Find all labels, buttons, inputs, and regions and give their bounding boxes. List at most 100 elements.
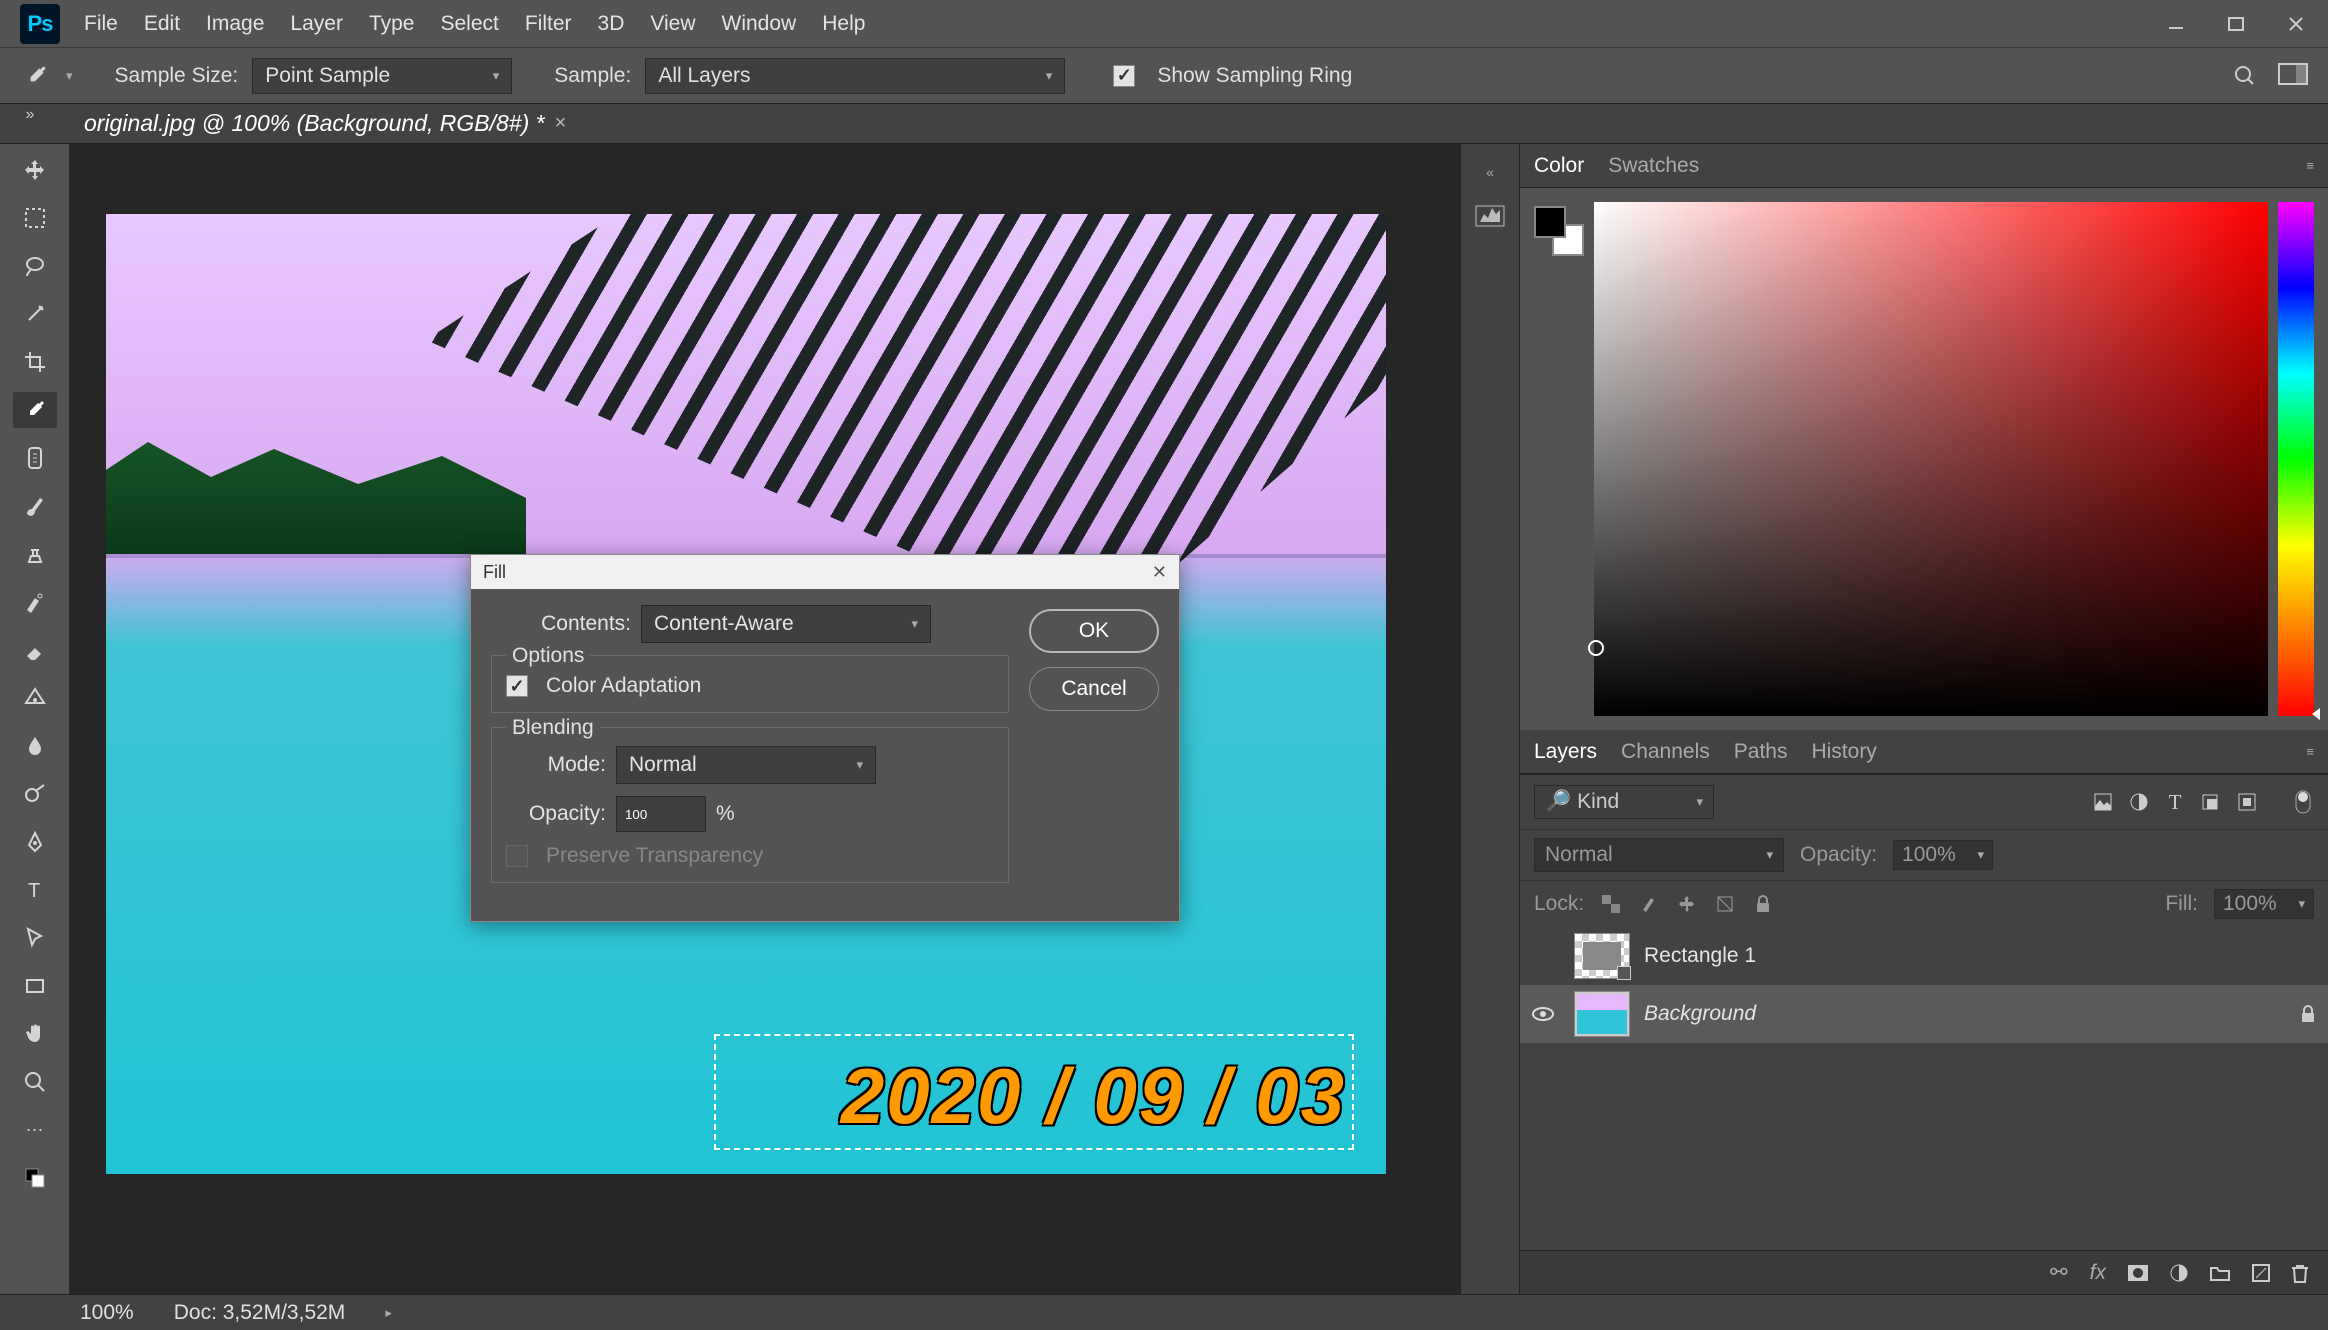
menu-type[interactable]: Type xyxy=(369,12,415,36)
document-tab[interactable]: original.jpg @ 100% (Background, RGB/8#)… xyxy=(70,104,580,143)
tab-paths[interactable]: Paths xyxy=(1734,740,1788,764)
adjustment-layer-icon[interactable] xyxy=(2170,1264,2188,1282)
lock-transparency-icon[interactable] xyxy=(1600,893,1622,915)
dialog-opacity-input[interactable] xyxy=(616,796,706,832)
sample-select[interactable]: All Layers ▾ xyxy=(645,58,1065,94)
show-sampling-ring-checkbox[interactable] xyxy=(1113,65,1135,87)
blur-tool[interactable] xyxy=(13,728,57,764)
panel-expand-icon[interactable]: « xyxy=(1486,164,1494,180)
hand-tool[interactable] xyxy=(13,1016,57,1052)
filter-smartobject-icon[interactable] xyxy=(2236,791,2258,813)
close-button[interactable] xyxy=(2276,9,2316,39)
color-field[interactable] xyxy=(1594,202,2268,716)
tab-history[interactable]: History xyxy=(1811,740,1876,764)
type-tool[interactable]: T xyxy=(13,872,57,908)
lock-artboard-icon[interactable] xyxy=(1714,893,1736,915)
tab-layers[interactable]: Layers xyxy=(1534,740,1597,764)
search-icon[interactable] xyxy=(2232,63,2258,89)
gradient-tool[interactable] xyxy=(13,680,57,716)
layer-effects-icon[interactable]: fx xyxy=(2090,1261,2106,1285)
color-adaptation-checkbox[interactable] xyxy=(506,675,528,697)
dialog-titlebar[interactable]: Fill ✕ xyxy=(471,555,1179,589)
foreground-background-swatches[interactable] xyxy=(1534,206,1584,256)
lasso-tool[interactable] xyxy=(13,248,57,284)
blend-mode-select[interactable]: Normal ▾ xyxy=(1534,838,1784,872)
layer-item-rectangle[interactable]: Rectangle 1 xyxy=(1520,927,2328,985)
layer-filter-select[interactable]: 🔎 Kind ▾ xyxy=(1534,785,1714,819)
zoom-tool[interactable] xyxy=(13,1064,57,1100)
dodge-tool[interactable] xyxy=(13,776,57,812)
lock-all-icon[interactable] xyxy=(1752,893,1774,915)
lock-pixels-icon[interactable] xyxy=(1638,893,1660,915)
menu-view[interactable]: View xyxy=(650,12,695,36)
tool-preset-dropdown[interactable]: ▾ xyxy=(66,68,73,84)
tab-swatches[interactable]: Swatches xyxy=(1608,154,1699,178)
more-tools-icon[interactable]: ⋯ xyxy=(13,1112,57,1148)
eraser-tool[interactable] xyxy=(13,632,57,668)
current-tool-eyedropper-icon[interactable] xyxy=(20,60,52,92)
pen-tool[interactable] xyxy=(13,824,57,860)
foreground-color-swatch[interactable] xyxy=(1534,206,1566,238)
filter-adjustment-icon[interactable] xyxy=(2128,791,2150,813)
sample-size-select[interactable]: Point Sample ▾ xyxy=(252,58,512,94)
menu-3d[interactable]: 3D xyxy=(598,12,625,36)
dialog-close-icon[interactable]: ✕ xyxy=(1152,562,1167,583)
rectangle-tool[interactable] xyxy=(13,968,57,1004)
minimize-button[interactable] xyxy=(2156,9,2196,39)
opacity-input[interactable]: 100% ▾ xyxy=(1893,840,1993,870)
workspace-switcher-icon[interactable] xyxy=(2278,63,2308,89)
tab-close-icon[interactable]: × xyxy=(555,112,567,135)
cancel-button[interactable]: Cancel xyxy=(1029,667,1159,711)
status-menu-icon[interactable]: ▸ xyxy=(385,1305,392,1321)
filter-toggle-switch[interactable] xyxy=(2292,791,2314,813)
fill-input[interactable]: 100% ▾ xyxy=(2214,889,2314,919)
menu-file[interactable]: File xyxy=(84,12,118,36)
delete-layer-icon[interactable] xyxy=(2292,1263,2308,1283)
tab-channels[interactable]: Channels xyxy=(1621,740,1710,764)
menu-help[interactable]: Help xyxy=(822,12,865,36)
marquee-tool[interactable] xyxy=(13,200,57,236)
layer-item-background[interactable]: Background xyxy=(1520,985,2328,1043)
path-selection-tool[interactable] xyxy=(13,920,57,956)
edit-toolbar-icon[interactable] xyxy=(13,1160,57,1196)
menu-filter[interactable]: Filter xyxy=(525,12,572,36)
eyedropper-tool[interactable] xyxy=(13,392,57,428)
panel-menu-icon[interactable]: ≡ xyxy=(2306,744,2314,759)
crop-tool[interactable] xyxy=(13,344,57,380)
layer-name[interactable]: Rectangle 1 xyxy=(1644,944,2316,968)
contents-select[interactable]: Content-Aware ▾ xyxy=(641,605,931,643)
clone-stamp-tool[interactable] xyxy=(13,536,57,572)
menu-window[interactable]: Window xyxy=(722,12,797,36)
menu-select[interactable]: Select xyxy=(440,12,498,36)
filter-pixel-icon[interactable] xyxy=(2092,791,2114,813)
menu-layer[interactable]: Layer xyxy=(290,12,343,36)
lock-position-icon[interactable] xyxy=(1676,893,1698,915)
magic-wand-tool[interactable] xyxy=(13,296,57,332)
menu-image[interactable]: Image xyxy=(206,12,264,36)
layer-name[interactable]: Background xyxy=(1644,1002,2286,1026)
tab-color[interactable]: Color xyxy=(1534,154,1584,178)
menu-edit[interactable]: Edit xyxy=(144,12,180,36)
layer-thumbnail[interactable] xyxy=(1574,991,1630,1037)
zoom-level[interactable]: 100% xyxy=(80,1301,134,1325)
layer-thumbnail[interactable] xyxy=(1574,933,1630,979)
maximize-button[interactable] xyxy=(2216,9,2256,39)
hue-cursor-icon[interactable] xyxy=(2312,708,2320,720)
hue-slider[interactable] xyxy=(2278,202,2314,716)
history-brush-tool[interactable] xyxy=(13,584,57,620)
layer-group-icon[interactable] xyxy=(2210,1265,2230,1281)
filter-type-icon[interactable]: T xyxy=(2164,791,2186,813)
doc-size[interactable]: Doc: 3,52M/3,52M xyxy=(174,1301,346,1325)
filter-shape-icon[interactable] xyxy=(2200,791,2222,813)
move-tool[interactable] xyxy=(13,152,57,188)
ok-button[interactable]: OK xyxy=(1029,609,1159,653)
expand-toolbar-icon[interactable]: » xyxy=(10,106,50,124)
mode-select[interactable]: Normal ▾ xyxy=(616,746,876,784)
color-picker-cursor[interactable] xyxy=(1588,640,1604,656)
link-layers-icon[interactable]: ⚯ xyxy=(2050,1260,2068,1285)
layer-mask-icon[interactable] xyxy=(2128,1265,2148,1281)
layer-visibility-toggle[interactable] xyxy=(1532,1006,1560,1022)
healing-brush-tool[interactable] xyxy=(13,440,57,476)
new-layer-icon[interactable] xyxy=(2252,1264,2270,1282)
panel-menu-icon[interactable]: ≡ xyxy=(2306,158,2314,173)
